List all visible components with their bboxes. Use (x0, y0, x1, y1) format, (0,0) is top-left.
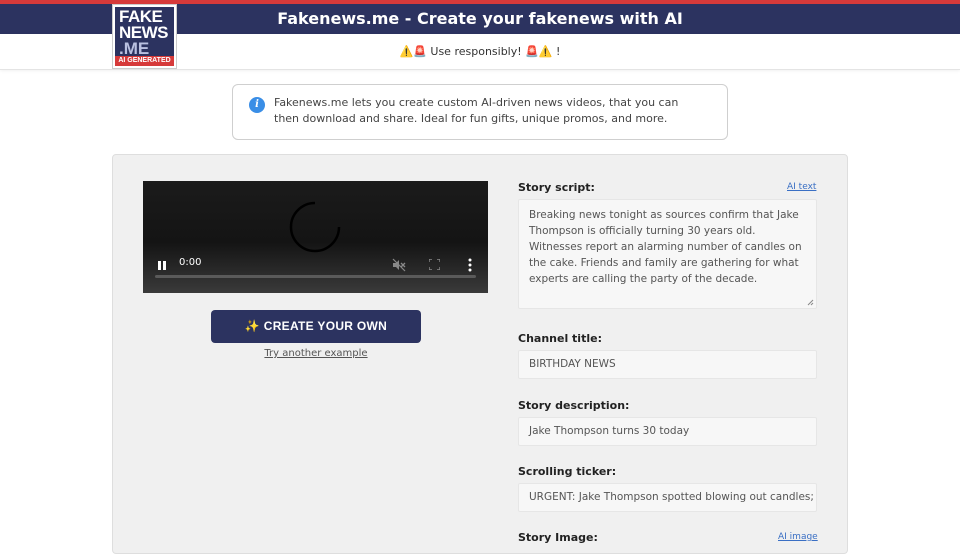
resize-grip-icon[interactable] (807, 299, 814, 306)
channel-title-label: Channel title: (518, 332, 602, 345)
channel-title-input[interactable]: BIRTHDAY NEWS (518, 350, 817, 379)
story-script-value: Breaking news tonight as sources confirm… (529, 209, 802, 285)
ai-image-link[interactable]: AI image (778, 532, 818, 542)
scrolling-ticker-input[interactable]: URGENT: Jake Thompson spotted blowing ou… (518, 483, 817, 512)
story-script-textarea[interactable]: Breaking news tonight as sources confirm… (518, 199, 817, 309)
story-script-label: Story script: (518, 181, 595, 194)
more-options-icon[interactable] (468, 258, 472, 272)
scrolling-ticker-label: Scrolling ticker: (518, 465, 617, 478)
video-progress-bar[interactable] (155, 275, 476, 278)
ai-text-link[interactable]: AI text (787, 182, 816, 192)
pause-icon[interactable] (157, 261, 167, 271)
video-time: 0:00 (179, 257, 202, 268)
muted-volume-icon[interactable] (392, 258, 406, 272)
story-image-label: Story Image: (518, 531, 598, 544)
fullscreen-icon[interactable] (429, 259, 440, 270)
story-description-label: Story description: (518, 399, 630, 412)
info-text: Fakenews.me lets you create custom AI-dr… (274, 96, 679, 125)
warning-bar: ⚠️🚨 Use responsibly! 🚨⚠️ ! (0, 34, 960, 70)
create-your-own-button[interactable]: ✨ CREATE YOUR OWN (211, 310, 421, 343)
info-box: i Fakenews.me lets you create custom AI-… (232, 84, 728, 140)
video-player[interactable]: 0:00 (143, 181, 488, 293)
try-another-example-link[interactable]: Try another example (211, 348, 421, 359)
video-controls: 0:00 (143, 248, 488, 293)
loading-spinner-icon (289, 201, 341, 253)
info-icon: i (249, 97, 265, 113)
warning-text: ⚠️🚨 Use responsibly! 🚨⚠️ ! (399, 45, 561, 58)
story-description-input[interactable]: Jake Thompson turns 30 today (518, 417, 817, 446)
